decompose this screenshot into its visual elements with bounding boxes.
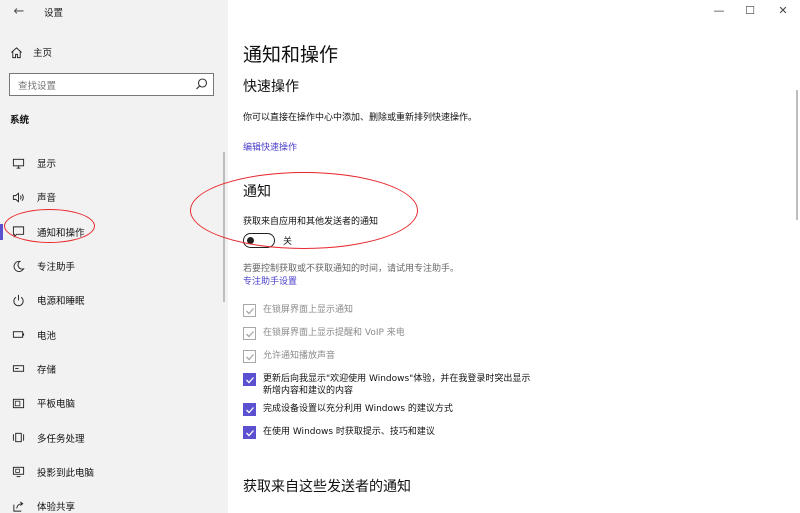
quick-actions-heading: 快速操作 xyxy=(243,79,299,95)
checkbox-row: 完成设备设置以充分利用 Windows 的建议方式 xyxy=(243,403,453,416)
checkbox-label: 更新后向我显示"欢迎使用 Windows"体验，并在我登录时突出显示 新增内容和建… xyxy=(263,373,530,397)
sidebar-item-label: 显示 xyxy=(37,159,57,171)
sidebar-item-tablet[interactable]: 平板电脑 xyxy=(0,386,228,420)
sound-icon xyxy=(11,190,25,204)
multitask-icon xyxy=(11,431,25,445)
lock-screen-notifications-checkbox[interactable] xyxy=(243,304,256,317)
power-icon xyxy=(11,293,25,307)
sidebar-item-battery[interactable]: 电池 xyxy=(0,317,228,351)
home-label: 主页 xyxy=(33,48,53,59)
moon-icon xyxy=(11,259,25,273)
device-setup-suggestions-checkbox[interactable] xyxy=(243,403,256,416)
sidebar-item-label: 电源和睡眠 xyxy=(37,296,85,308)
back-arrow-icon[interactable]: ← xyxy=(10,3,28,21)
sidebar-item-focus-assist[interactable]: 专注助手 xyxy=(0,249,228,283)
checkbox-row: 在使用 Windows 时获取提示、技巧和建议 xyxy=(243,426,435,439)
storage-icon xyxy=(11,362,25,376)
checkbox-label: 在锁屏界面上显示通知 xyxy=(263,305,354,315)
checkbox-label-line-2: 新增内容和建议的内容 xyxy=(263,386,354,396)
sidebar-item-label: 专注助手 xyxy=(37,262,76,274)
checkbox-label: 在使用 Windows 时获取提示、技巧和建议 xyxy=(263,427,435,437)
sidebar-item-project[interactable]: 投影到此电脑 xyxy=(0,455,228,489)
sidebar-item-label: 声音 xyxy=(37,193,57,205)
close-button[interactable]: ✕ xyxy=(773,4,793,17)
main-content: — ☐ ✕ 通知和操作 快速操作 你可以直接在操作中心中添加、删除或重新排列快速… xyxy=(190,0,800,513)
senders-heading: 获取来自这些发送者的通知 xyxy=(243,479,411,495)
checkbox-label: 完成设备设置以充分利用 Windows 的建议方式 xyxy=(263,404,453,414)
checkbox-row: 允许通知播放声音 xyxy=(243,350,335,363)
search-box[interactable] xyxy=(9,73,214,97)
maximize-button[interactable]: ☐ xyxy=(740,4,760,17)
window-title: 设置 xyxy=(44,8,64,19)
checkbox-label: 在锁屏界面上显示提醒和 VoIP 来电 xyxy=(263,328,405,338)
checkbox-row: 更新后向我显示"欢迎使用 Windows"体验，并在我登录时突出显示 新增内容和建… xyxy=(243,373,530,397)
share-icon xyxy=(11,499,25,513)
home-icon xyxy=(11,46,22,58)
annotation-circle-notifications xyxy=(190,172,418,249)
display-icon xyxy=(11,156,25,170)
search-icon[interactable] xyxy=(195,77,209,91)
edit-quick-actions-link[interactable]: 编辑快速操作 xyxy=(243,140,297,153)
search-input[interactable] xyxy=(10,76,190,97)
sidebar-item-home[interactable]: 主页 xyxy=(10,44,52,60)
checkbox-row: 在锁屏界面上显示提醒和 VoIP 来电 xyxy=(243,327,405,340)
sidebar-item-label: 多任务处理 xyxy=(37,433,85,445)
welcome-experience-checkbox[interactable] xyxy=(243,373,256,386)
sidebar-item-label: 存储 xyxy=(37,364,57,376)
annotation-circle-sidebar xyxy=(4,209,95,243)
sidebar-item-display[interactable]: 显示 xyxy=(0,146,228,180)
page-title: 通知和操作 xyxy=(243,44,339,66)
sidebar-item-multitasking[interactable]: 多任务处理 xyxy=(0,420,228,454)
checkbox-label: 允许通知播放声音 xyxy=(263,351,336,361)
focus-assist-settings-link[interactable]: 专注助手设置 xyxy=(243,274,297,287)
sidebar-item-label: 投影到此电脑 xyxy=(37,467,95,479)
tablet-icon xyxy=(11,396,25,410)
sidebar-item-shared-experiences[interactable]: 体验共享 xyxy=(0,489,228,513)
minimize-button[interactable]: — xyxy=(709,4,729,17)
lock-screen-reminders-checkbox[interactable] xyxy=(243,327,256,340)
project-icon xyxy=(11,465,25,479)
sidebar-item-storage[interactable]: 存储 xyxy=(0,352,228,386)
sidebar-item-label: 电池 xyxy=(37,330,57,342)
checkbox-label-line-1: 更新后向我显示"欢迎使用 Windows"体验，并在我登录时突出显示 xyxy=(263,374,531,384)
section-label-system: 系统 xyxy=(10,115,30,126)
sidebar-item-power-sleep[interactable]: 电源和睡眠 xyxy=(0,283,228,317)
sidebar: ← 设置 主页 系统 显示 声音 通知和操作 专注助手 xyxy=(0,0,228,513)
focus-assist-hint: 若要控制获取或不获取通知的时间，请试用专注助手。 xyxy=(243,264,460,274)
sidebar-item-label: 体验共享 xyxy=(37,502,76,513)
notification-sound-checkbox[interactable] xyxy=(243,350,256,363)
checkbox-row: 在锁屏界面上显示通知 xyxy=(243,304,353,317)
battery-icon xyxy=(11,328,25,342)
quick-actions-description: 你可以直接在操作中心中添加、删除或重新排列快速操作。 xyxy=(243,113,478,123)
sidebar-item-label: 平板电脑 xyxy=(37,399,76,411)
main-scrollbar[interactable] xyxy=(796,90,798,220)
tips-tricks-checkbox[interactable] xyxy=(243,426,256,439)
